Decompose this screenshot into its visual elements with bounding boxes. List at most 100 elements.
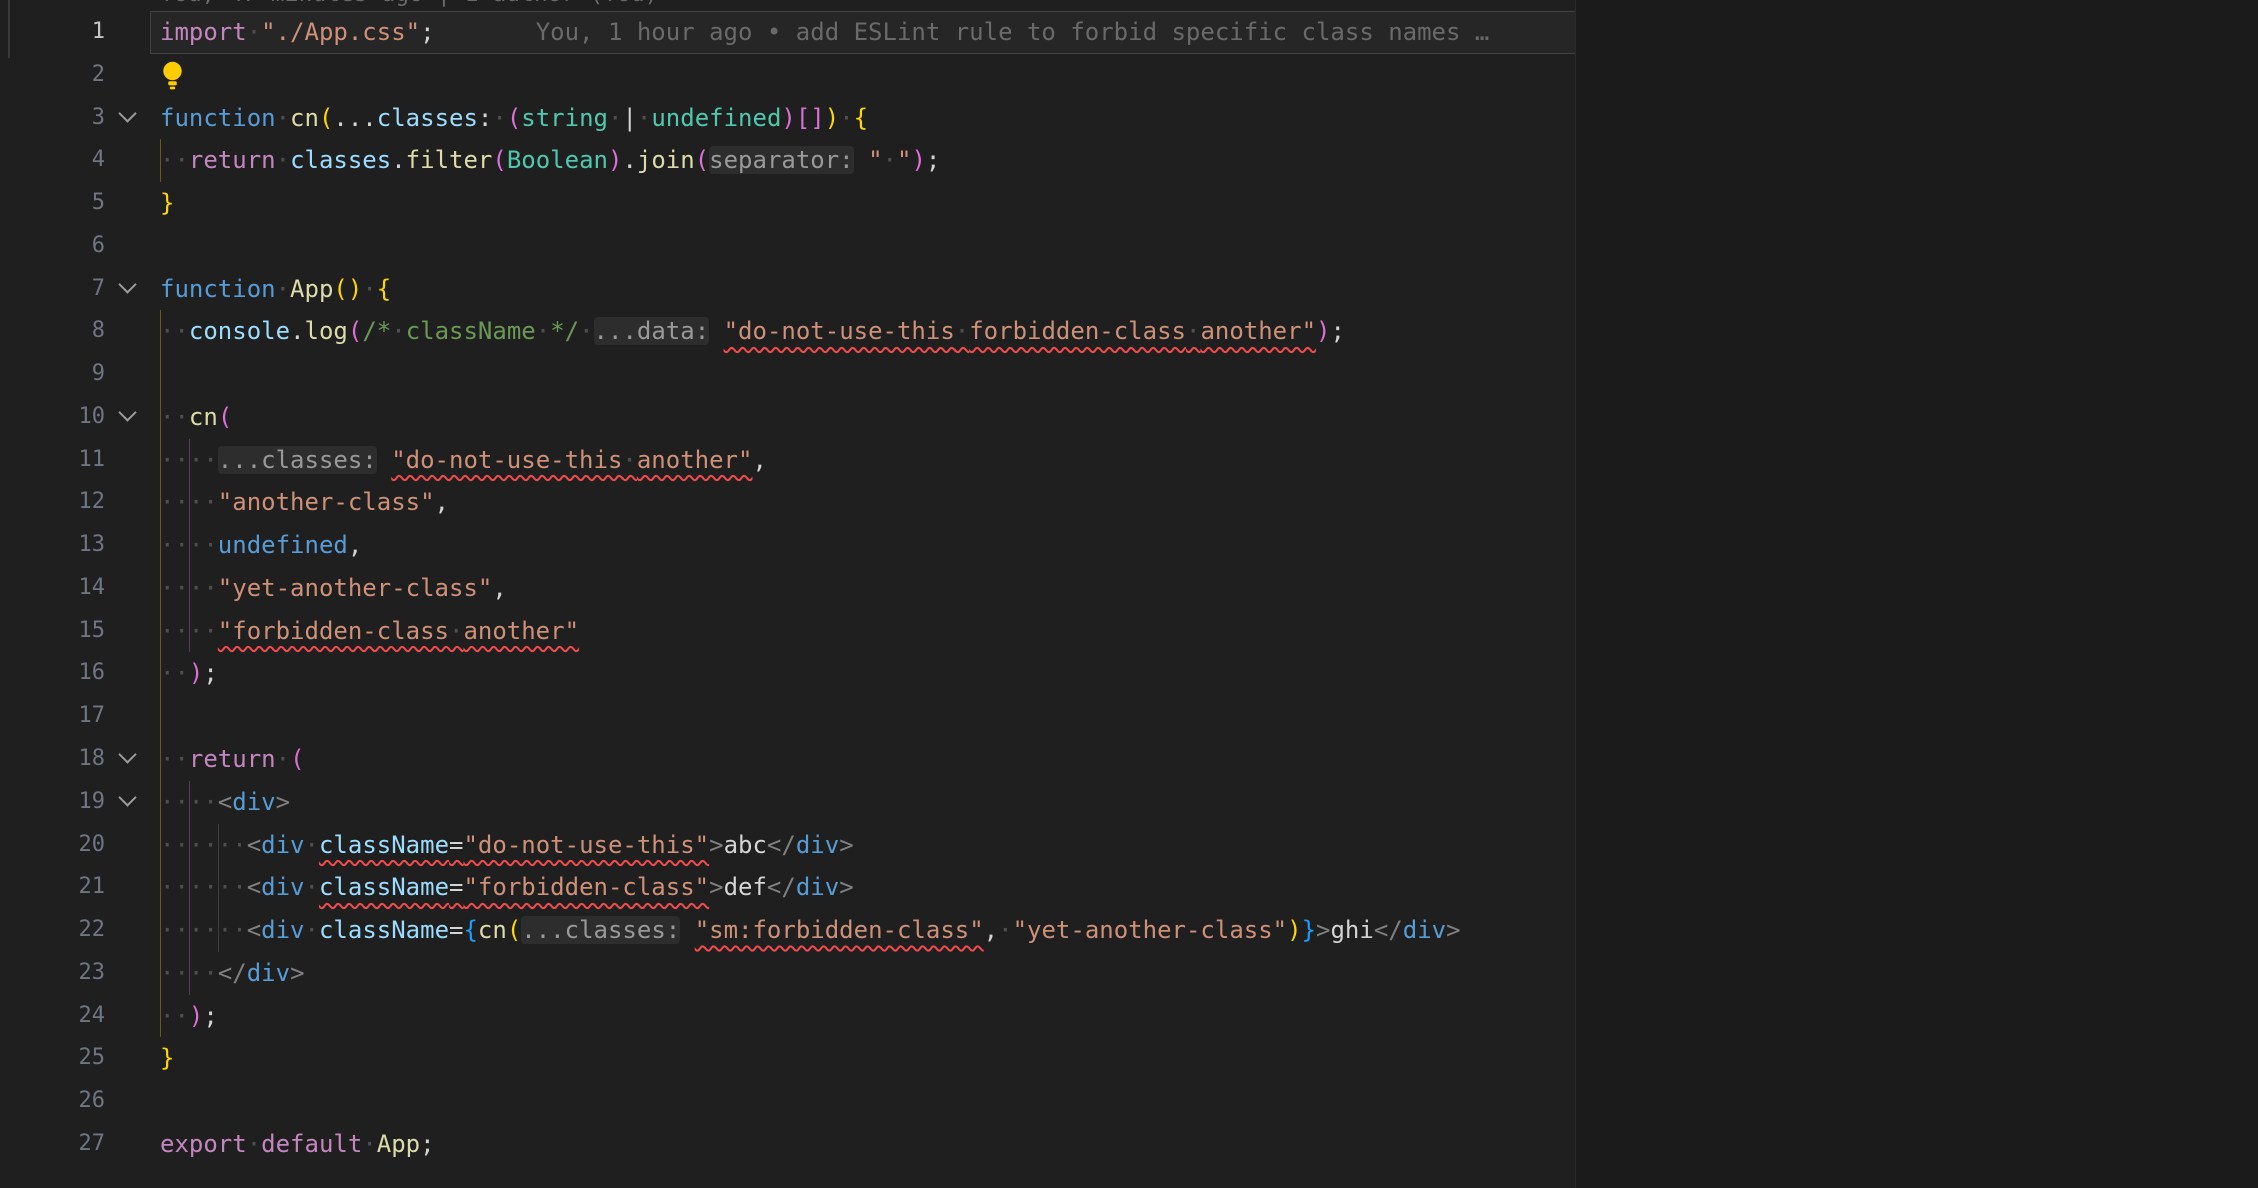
code-line[interactable]: 24··);: [0, 995, 2258, 1038]
fold-column: [105, 824, 150, 867]
line-number[interactable]: 20: [0, 824, 105, 867]
line-number[interactable]: 8: [0, 310, 105, 353]
line-number[interactable]: 3: [0, 97, 105, 140]
line-number[interactable]: 23: [0, 952, 105, 995]
indent-guide: [160, 610, 161, 653]
indent-guide: [160, 695, 161, 738]
code-line[interactable]: 16··);: [0, 652, 2258, 695]
code-line[interactable]: 25}: [0, 1037, 2258, 1080]
fold-column: [105, 182, 150, 225]
line-number[interactable]: 4: [0, 139, 105, 182]
line-number[interactable]: 10: [0, 396, 105, 439]
code-line[interactable]: 21······<div·className="forbidden-class"…: [0, 866, 2258, 909]
code-line[interactable]: 13 ····undefined,: [0, 524, 2258, 567]
indent-guide: [160, 738, 161, 781]
indent-guide: [160, 824, 161, 867]
line-number[interactable]: 22: [0, 909, 105, 952]
fold-chevron-icon[interactable]: [105, 781, 150, 824]
code-line[interactable]: 19 ····<div>: [0, 781, 2258, 824]
code-line[interactable]: 6: [0, 225, 2258, 268]
code-text: ····"another-class",: [150, 481, 2258, 524]
line-number[interactable]: 24: [0, 995, 105, 1038]
code-line[interactable]: 27 export·default·App;: [0, 1123, 2258, 1166]
code-line[interactable]: 20 ······<div·className="do-not-use-this"…: [0, 824, 2258, 867]
code-line[interactable]: 26: [0, 1080, 2258, 1123]
indent-guide: [189, 781, 190, 824]
line-number[interactable]: 27: [0, 1123, 105, 1166]
fold-column: [105, 353, 150, 396]
code-line[interactable]: 23····</div>: [0, 952, 2258, 995]
line-number[interactable]: 9: [0, 353, 105, 396]
code-editor: You, 47 minutes ago | 1 author (You) 1im…: [0, 0, 2258, 1188]
indent-guide: [160, 909, 161, 952]
line-number[interactable]: 26: [0, 1080, 105, 1123]
code-line[interactable]: 5}: [0, 182, 2258, 225]
indent-guide: [218, 866, 219, 909]
line-number[interactable]: 11: [0, 439, 105, 482]
line-number[interactable]: 14: [0, 567, 105, 610]
code-line[interactable]: 14····"yet-another-class",: [0, 567, 2258, 610]
fold-chevron-icon[interactable]: [105, 396, 150, 439]
fold-column: [105, 1080, 150, 1123]
lightbulb-icon[interactable]: [160, 60, 185, 92]
line-number[interactable]: 12: [0, 481, 105, 524]
fold-column: [105, 54, 150, 97]
code-text: ····<div>: [150, 781, 2258, 824]
line-number[interactable]: 19: [0, 781, 105, 824]
code-line[interactable]: 11 ····...classes: "do-not-use-this·anoth…: [0, 439, 2258, 482]
code-line[interactable]: 12 ····"another-class",: [0, 481, 2258, 524]
code-line[interactable]: 18··return·(: [0, 738, 2258, 781]
code-line[interactable]: 9: [0, 353, 2258, 396]
indent-guide: [160, 781, 161, 824]
line-number[interactable]: 13: [0, 524, 105, 567]
indent-guide: [189, 610, 190, 653]
code-line[interactable]: 22 ······<div·className={cn(...classes: "…: [0, 909, 2258, 952]
code-line[interactable]: 10 ··cn(: [0, 396, 2258, 439]
line-number[interactable]: 16: [0, 652, 105, 695]
code-text: ··return·classes.filter(Boolean).join(se…: [150, 139, 2258, 182]
code-text: ······<div·className={cn(...classes: "sm…: [150, 909, 2258, 952]
indent-guide: [160, 652, 161, 695]
fold-chevron-icon[interactable]: [105, 268, 150, 311]
line-number[interactable]: 18: [0, 738, 105, 781]
code-line[interactable]: 3 function·cn(...classes:·(string·|·undef…: [0, 97, 2258, 140]
code-line[interactable]: 4 ··return·classes.filter(Boolean).join(s…: [0, 139, 2258, 182]
fold-column: [105, 11, 150, 54]
code-text: function·cn(...classes:·(string·|·undefi…: [150, 97, 2258, 140]
line-number[interactable]: 21: [0, 866, 105, 909]
code-line[interactable]: 17: [0, 695, 2258, 738]
code-text: }: [150, 1037, 2258, 1080]
code-text: ······<div·className="do-not-use-this">a…: [150, 824, 2258, 867]
line-number[interactable]: 7: [0, 268, 105, 311]
line-number[interactable]: 2: [0, 54, 105, 97]
code-line[interactable]: 15 ····"forbidden-class·another": [0, 610, 2258, 653]
fold-column: [105, 524, 150, 567]
code-text: ····"forbidden-class·another": [150, 610, 2258, 653]
fold-chevron-icon[interactable]: [105, 738, 150, 781]
fold-column: [105, 310, 150, 353]
code-text: function·App()·{: [150, 268, 2258, 311]
code-text: ····undefined,: [150, 524, 2258, 567]
code-line[interactable]: 1import·"./App.css"; You, 1 hour ago • a…: [0, 11, 2258, 54]
code-text: ··console.log(/*·className·*/·...data: "…: [150, 310, 2258, 353]
code-text: ····...classes: "do-not-use-this·another…: [150, 439, 2258, 482]
indent-guide: [189, 439, 190, 482]
line-number[interactable]: 6: [0, 225, 105, 268]
line-number[interactable]: 15: [0, 610, 105, 653]
fold-chevron-icon[interactable]: [105, 97, 150, 140]
line-number[interactable]: 5: [0, 182, 105, 225]
code-line[interactable]: 7 function·App()·{: [0, 268, 2258, 311]
indent-guide: [189, 567, 190, 610]
fold-column: [105, 439, 150, 482]
code-line[interactable]: 8 ··console.log(/*·className·*/·...data: …: [0, 310, 2258, 353]
git-lens-annotation[interactable]: You, 47 minutes ago | 1 author (You): [160, 0, 659, 9]
indent-guide: [189, 866, 190, 909]
line-number[interactable]: 1: [0, 11, 105, 54]
fold-column: [105, 995, 150, 1038]
code-text: export·default·App;: [150, 1123, 2258, 1166]
indent-guide: [189, 909, 190, 952]
code-text: ··cn(: [150, 396, 2258, 439]
code-line[interactable]: 2: [0, 54, 2258, 97]
line-number[interactable]: 25: [0, 1037, 105, 1080]
line-number[interactable]: 17: [0, 695, 105, 738]
